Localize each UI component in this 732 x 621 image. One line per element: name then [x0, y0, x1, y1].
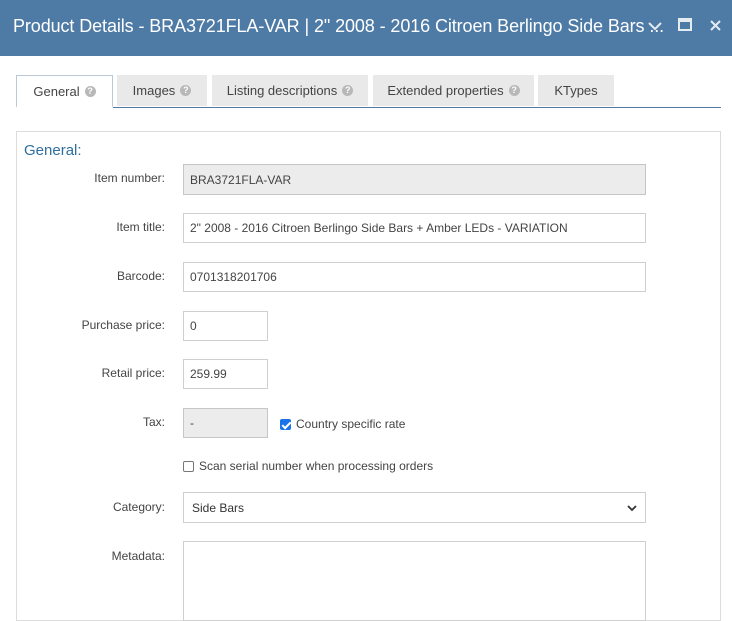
category-label: Category: [112, 500, 165, 514]
collapse-button[interactable] [645, 17, 665, 37]
tab-listing-descriptions[interactable]: Listing descriptions ? [212, 75, 368, 106]
tab-label: General [33, 83, 80, 99]
checkbox-checked-icon[interactable] [280, 418, 291, 430]
help-icon[interactable]: ? [84, 85, 96, 97]
tab-ktypes[interactable]: KTypes [538, 75, 614, 106]
country-specific-rate-label: Country specific rate [296, 417, 406, 431]
barcode-label: Barcode: [116, 269, 165, 283]
metadata-textarea[interactable] [183, 541, 646, 621]
chevron-down-icon [648, 18, 662, 36]
metadata-label: Metadata: [111, 549, 165, 563]
section-title: General: [24, 142, 82, 159]
tab-label: Listing descriptions [226, 83, 338, 98]
checkbox-unchecked-icon[interactable] [183, 460, 194, 472]
tab-general[interactable]: General ? [16, 75, 113, 108]
help-icon[interactable]: ? [180, 85, 192, 96]
retail-price-label: Retail price: [101, 366, 165, 380]
window-titlebar: Product Details - BRA3721FLA-VAR | 2" 20… [0, 0, 732, 56]
category-value: Side Bars [192, 500, 245, 515]
item-title-label: Item title: [116, 220, 165, 234]
close-button[interactable] [705, 17, 725, 37]
scan-serial-label: Scan serial number when processing order… [199, 459, 434, 473]
purchase-price-field[interactable]: 0 [183, 311, 268, 341]
help-icon[interactable]: ? [342, 85, 354, 96]
tab-label: KTypes [554, 83, 598, 98]
select-arrow-icon [627, 501, 637, 515]
window-title: Product Details - BRA3721FLA-VAR | 2" 20… [13, 16, 665, 36]
item-number-field[interactable]: BRA3721FLA-VAR [183, 164, 646, 195]
tab-images[interactable]: Images ? [117, 75, 207, 106]
scan-serial-checkbox[interactable]: Scan serial number when processing order… [183, 459, 433, 473]
maximize-button[interactable] [675, 17, 695, 37]
tab-label: Images [132, 83, 176, 98]
maximize-icon [678, 18, 692, 36]
tab-extended-properties[interactable]: Extended properties ? [373, 75, 534, 106]
item-number-label: Item number: [94, 171, 165, 185]
barcode-field[interactable]: 0701318201706 [183, 262, 646, 292]
retail-price-field[interactable]: 259.99 [183, 359, 268, 389]
country-specific-rate-checkbox[interactable]: Country specific rate [280, 417, 405, 431]
close-icon [709, 18, 721, 36]
help-icon[interactable]: ? [508, 85, 520, 96]
item-title-field[interactable]: 2" 2008 - 2016 Citroen Berlingo Side Bar… [183, 213, 646, 243]
tax-field[interactable]: - [183, 408, 268, 438]
purchase-price-label: Purchase price: [81, 318, 165, 332]
category-select[interactable]: Side Bars [183, 492, 646, 523]
tax-label: Tax: [142, 415, 165, 429]
tab-label: Extended properties [387, 83, 504, 98]
tab-bar: General ? Images ? Listing descriptions … [16, 75, 721, 108]
